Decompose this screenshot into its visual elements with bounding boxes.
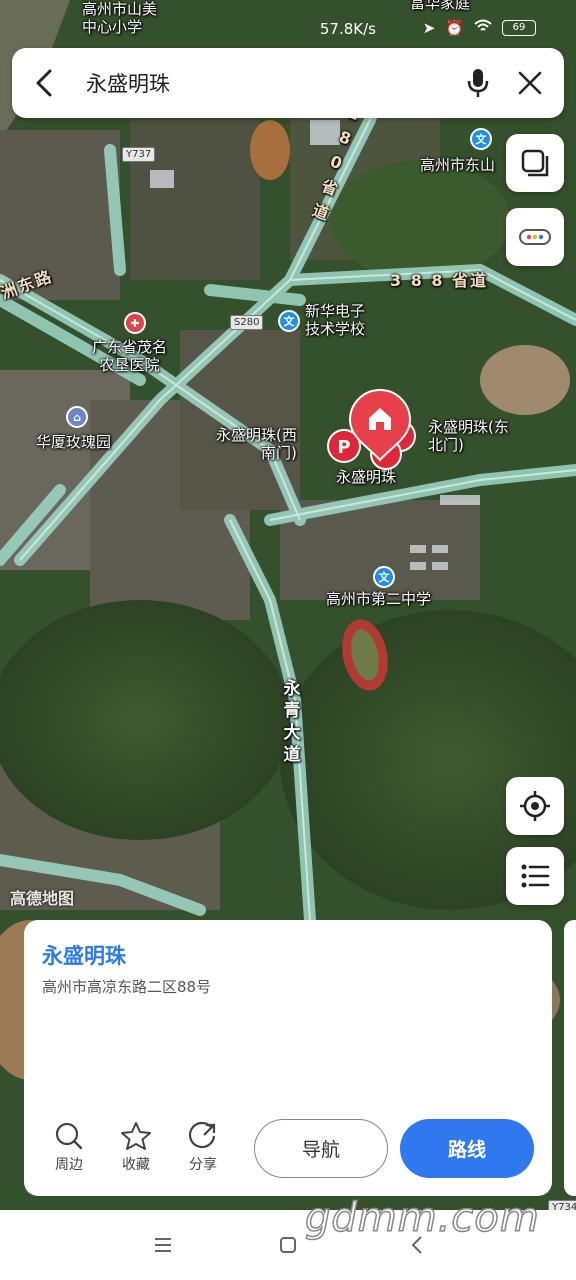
nearby-label: 周边 <box>55 1157 83 1173</box>
share-button[interactable]: 分享 <box>178 1118 228 1174</box>
poi-label-dongshan[interactable]: 高州市东山 <box>420 156 495 174</box>
favorite-button[interactable]: 收藏 <box>111 1118 161 1174</box>
close-icon <box>518 71 542 95</box>
poi-label-huaxia[interactable]: 华厦玫瑰园 <box>36 433 111 451</box>
search-bar[interactable]: 永盛明珠 <box>12 48 564 118</box>
locate-me-button[interactable] <box>506 777 564 835</box>
next-card-peek[interactable] <box>564 920 576 1196</box>
list-icon <box>521 864 550 888</box>
status-bar: 57.8K/s ➤ ⏰ 69 <box>0 0 576 44</box>
poi-label-second-middle[interactable]: 高州市第二中学 <box>326 590 431 608</box>
favorite-label: 收藏 <box>122 1157 150 1173</box>
close-button[interactable] <box>504 48 556 118</box>
hospital-icon[interactable]: ✚ <box>124 312 146 334</box>
poi-label-hospital[interactable]: 广东省茂名 农垦医院 <box>92 338 167 374</box>
site-watermark: gdmm.com <box>304 1194 540 1242</box>
battery-icon: 69 <box>502 20 536 36</box>
road-sign-s280: S280 <box>230 315 264 330</box>
layers-button[interactable] <box>506 134 564 192</box>
layers-icon <box>521 149 549 177</box>
place-title[interactable]: 永盛明珠 <box>42 940 126 970</box>
school-icon[interactable]: 文 <box>278 310 300 332</box>
amap-logo: 高德地图 <box>10 889 75 908</box>
alarm-icon: ⏰ <box>445 19 464 37</box>
share-label: 分享 <box>189 1157 217 1173</box>
navigate-button[interactable]: 导航 <box>254 1119 388 1178</box>
menu-key[interactable] <box>148 1232 178 1258</box>
place-detail-card[interactable]: 永盛明珠 高州市高凉东路二区88号 周边 收藏 分享 导航 路线 <box>24 920 552 1196</box>
share-icon <box>188 1121 216 1149</box>
menu-icon <box>155 1238 171 1252</box>
poi-label-ysmz-west[interactable]: 永盛明珠(西 南门) <box>216 426 297 462</box>
home-key[interactable] <box>273 1232 303 1258</box>
net-speed: 57.8K/s <box>319 20 376 38</box>
nearby-button[interactable]: 周边 <box>44 1118 94 1174</box>
route-button[interactable]: 路线 <box>400 1119 534 1178</box>
poi-label-xinhua[interactable]: 新华电子 技术学校 <box>305 302 365 338</box>
road-label-yongqing: 永 青 大 道 <box>283 679 301 765</box>
home-square-icon <box>280 1237 296 1253</box>
search-query[interactable]: 永盛明珠 <box>76 68 452 98</box>
residence-icon[interactable]: ⌂ <box>66 406 88 428</box>
more-tools-button[interactable] <box>506 208 564 266</box>
back-button[interactable] <box>12 48 76 118</box>
poi-label-ysmz-east[interactable]: 永盛明珠(东 北门) <box>428 418 509 454</box>
place-address: 高州市高凉东路二区88号 <box>42 978 212 996</box>
voice-search-button[interactable] <box>452 48 504 118</box>
location-arrow-icon: ➤ <box>422 19 436 37</box>
school-icon[interactable]: 文 <box>373 566 395 588</box>
star-icon <box>121 1122 151 1150</box>
list-view-button[interactable] <box>506 847 564 905</box>
school-icon[interactable]: 文 <box>470 128 492 150</box>
crosshair-icon <box>520 791 550 821</box>
road-sign-y737: Y737 <box>122 147 156 162</box>
location-pins[interactable]: P <box>320 388 430 478</box>
back-arrow-icon <box>36 69 52 97</box>
wifi-icon <box>474 19 492 37</box>
road-label-388: 3 8 8 省道 <box>390 271 489 290</box>
svg-text:P: P <box>337 437 350 458</box>
microphone-icon <box>467 69 489 97</box>
toolbox-icon <box>519 229 551 245</box>
search-icon <box>55 1122 83 1150</box>
